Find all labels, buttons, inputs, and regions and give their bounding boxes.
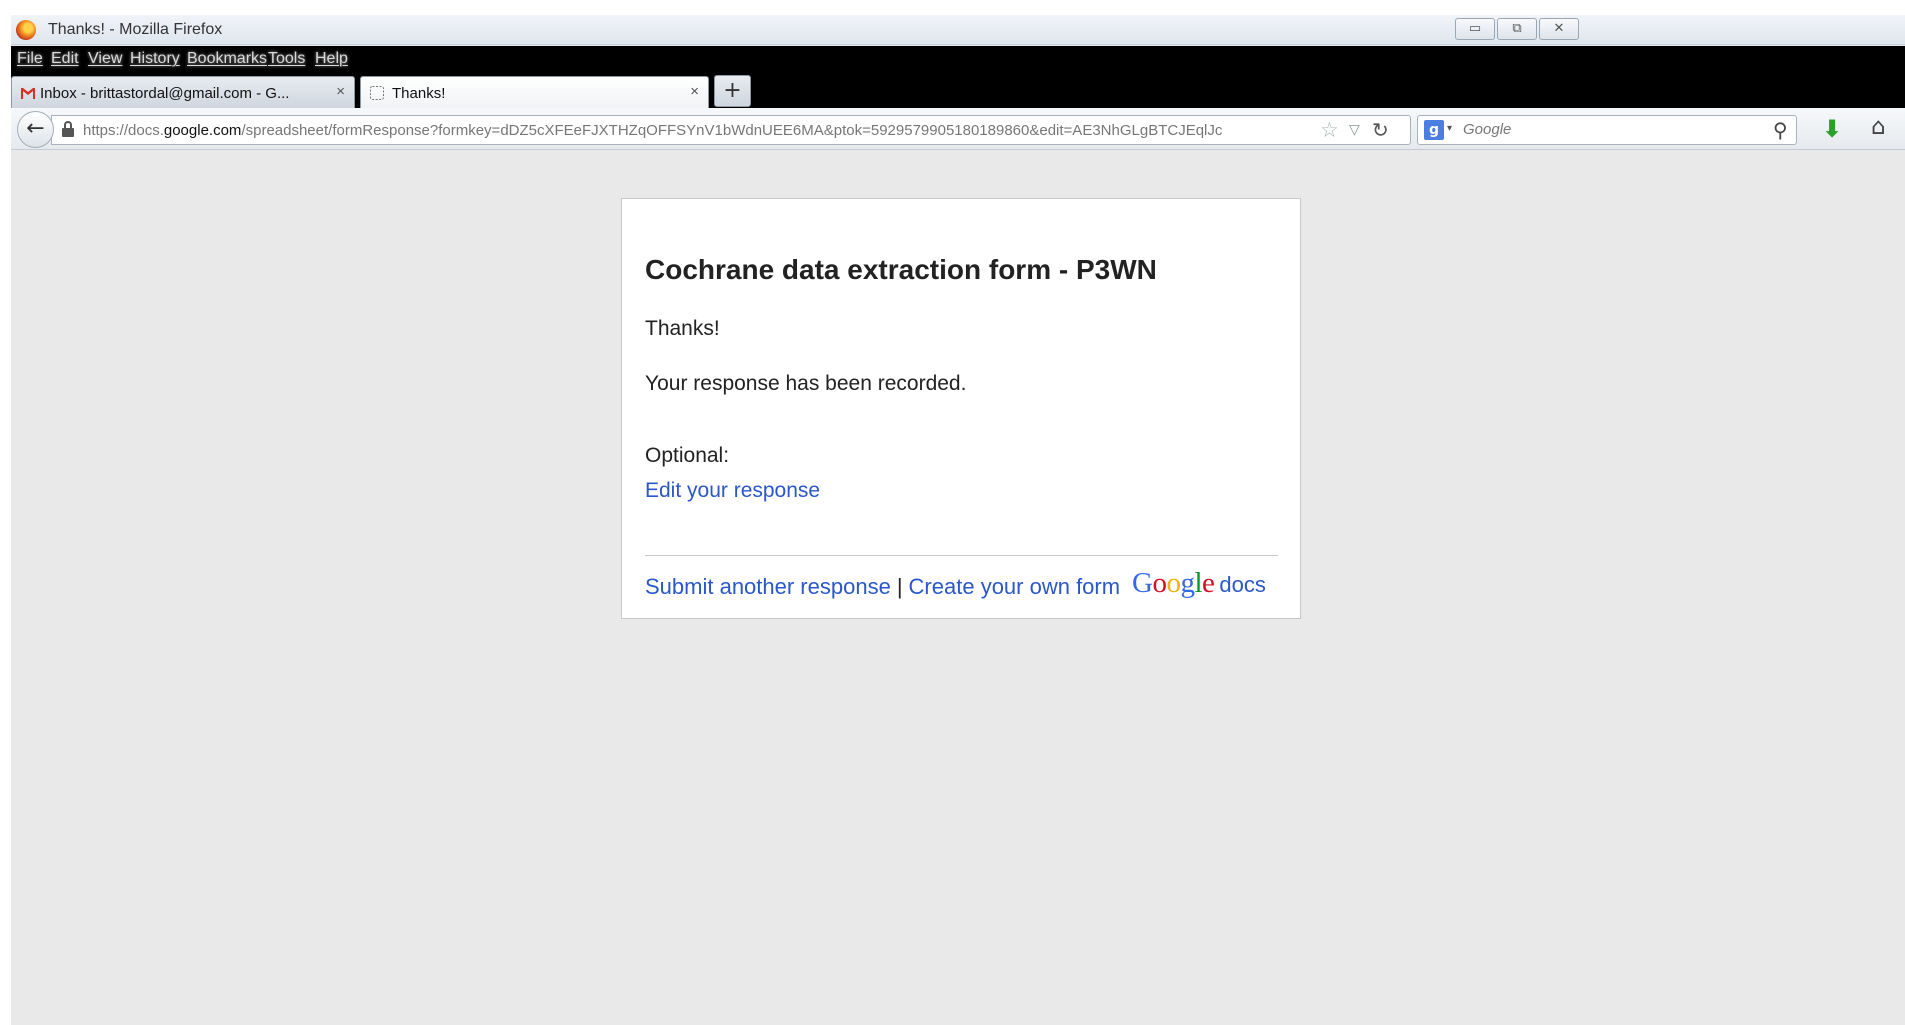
card-footer: Submit another response | Create your own … <box>645 567 1285 606</box>
bookmark-star-icon[interactable]: ☆ <box>1320 118 1339 142</box>
menu-file[interactable]: File <box>17 50 43 68</box>
create-own-form-link[interactable]: Create your own form <box>909 574 1121 599</box>
optional-label: Optional: <box>645 444 730 467</box>
close-tab-icon[interactable]: × <box>690 83 699 100</box>
history-dropdown-icon[interactable]: ▽ <box>1349 122 1360 138</box>
divider <box>645 555 1278 556</box>
title-bar: Thanks! - Mozilla Firefox ▭ ⧉ ✕ <box>11 15 1905 45</box>
docs-word: docs <box>1219 572 1266 597</box>
download-icon[interactable]: ⬇ <box>1822 115 1842 143</box>
submit-another-link[interactable]: Submit another response <box>645 574 891 599</box>
menu-edit[interactable]: Edit <box>51 50 79 68</box>
close-window-button[interactable]: ✕ <box>1539 18 1579 40</box>
menu-view[interactable]: View <box>88 50 122 68</box>
menu-help[interactable]: Help <box>315 50 348 68</box>
browser-window: Thanks! - Mozilla Firefox ▭ ⧉ ✕ File Edi… <box>11 15 1905 1025</box>
tab-label: Thanks! <box>392 85 446 102</box>
edit-response-link[interactable]: Edit your response <box>645 479 820 503</box>
tab-inbox[interactable]: Inbox - brittastordal@gmail.com - G... × <box>11 76 355 108</box>
search-bar: g ▾ ⚲ <box>1417 115 1797 145</box>
chevron-down-icon[interactable]: ▾ <box>1447 123 1452 134</box>
page-content: Cochrane data extraction form - P3WN Tha… <box>11 151 1905 1025</box>
recorded-message: Your response has been recorded. <box>645 372 967 395</box>
minimize-button[interactable]: ▭ <box>1455 18 1495 40</box>
navigation-bar: https://docs.google.com/spreadsheet/form… <box>11 108 1905 150</box>
menu-bar: File Edit View History Bookmarks Tools H… <box>11 46 1905 73</box>
search-input[interactable] <box>1463 121 1753 138</box>
form-title: Cochrane data extraction form - P3WN <box>645 254 1157 285</box>
tab-label: Inbox - brittastordal@gmail.com - G... <box>40 85 290 102</box>
tab-thanks[interactable]: Thanks! × <box>360 76 709 108</box>
url-bar[interactable]: https://docs.google.com/spreadsheet/form… <box>51 115 1411 145</box>
menu-bookmarks[interactable]: Bookmarks <box>187 50 267 68</box>
search-icon[interactable]: ⚲ <box>1773 118 1788 142</box>
new-tab-button[interactable]: + <box>714 75 751 107</box>
google-docs-logo[interactable]: Google docs <box>1132 567 1266 600</box>
firefox-icon <box>16 20 36 40</box>
close-tab-icon[interactable]: × <box>336 83 345 100</box>
confirmation-card: Cochrane data extraction form - P3WN Tha… <box>621 198 1301 619</box>
restore-button[interactable]: ⧉ <box>1497 18 1537 40</box>
google-wordmark: Google <box>1132 567 1215 599</box>
footer-separator: | <box>896 574 903 599</box>
google-search-engine-icon[interactable]: g <box>1424 120 1444 140</box>
url-text[interactable]: https://docs.google.com/spreadsheet/form… <box>83 122 1318 139</box>
home-icon[interactable]: ⌂ <box>1871 114 1886 140</box>
lock-icon <box>62 121 74 137</box>
gmail-icon <box>21 88 35 99</box>
blank-page-icon <box>370 86 384 100</box>
reload-icon[interactable]: ↻ <box>1372 118 1389 142</box>
menu-history[interactable]: History <box>130 50 180 68</box>
menu-tools[interactable]: Tools <box>268 50 305 68</box>
back-button[interactable]: ← <box>17 111 54 148</box>
tab-strip: Inbox - brittastordal@gmail.com - G... ×… <box>11 73 1905 108</box>
thanks-text: Thanks! <box>645 317 720 340</box>
window-title: Thanks! - Mozilla Firefox <box>48 21 223 38</box>
